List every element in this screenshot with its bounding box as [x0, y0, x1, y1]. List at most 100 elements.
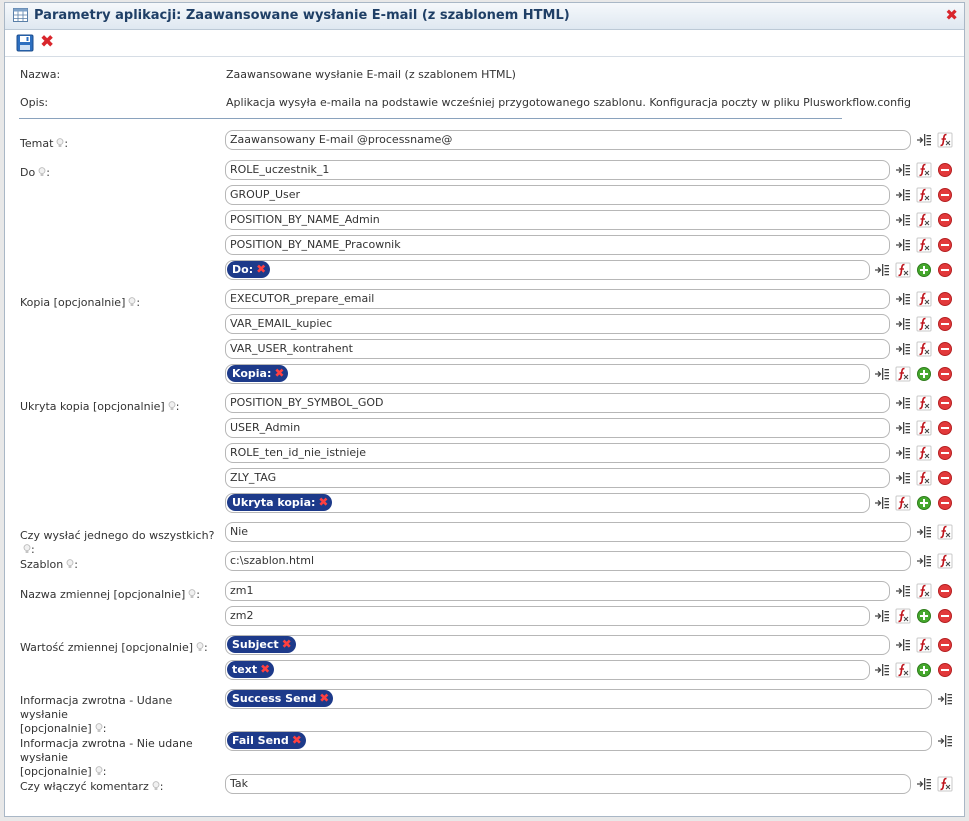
insert-variable-icon[interactable]: [937, 733, 953, 749]
help-bulb-icon[interactable]: [38, 167, 46, 177]
insert-variable-icon[interactable]: [895, 237, 911, 253]
kopia-input[interactable]: VAR_EMAIL_kupiec: [225, 314, 890, 334]
cancel-icon[interactable]: ✖: [40, 32, 58, 52]
remove-row-icon[interactable]: [937, 162, 953, 178]
komentarz-input[interactable]: Tak: [225, 774, 911, 794]
wartosc-zmiennej-tag-input[interactable]: text ✖: [225, 660, 870, 680]
remove-tag-icon[interactable]: ✖: [292, 732, 302, 749]
insert-variable-icon[interactable]: [895, 212, 911, 228]
help-bulb-icon[interactable]: [196, 642, 204, 652]
szablon-input[interactable]: c:\szablon.html: [225, 551, 911, 571]
help-bulb-icon[interactable]: [168, 401, 176, 411]
remove-row-icon[interactable]: [937, 662, 953, 678]
do-input[interactable]: POSITION_BY_NAME_Pracownik: [225, 235, 890, 255]
wartosc-zmiennej-tag-input[interactable]: Subject ✖: [225, 635, 890, 655]
udane-wyslanie-tag-input[interactable]: Success Send ✖: [225, 689, 932, 709]
ukryta-kopia-input[interactable]: POSITION_BY_SYMBOL_GOD: [225, 393, 890, 413]
kopia-input[interactable]: VAR_USER_kontrahent: [225, 339, 890, 359]
remove-row-icon[interactable]: [937, 212, 953, 228]
function-icon[interactable]: [937, 132, 953, 148]
do-tag-input[interactable]: Do: ✖: [225, 260, 870, 280]
insert-variable-icon[interactable]: [895, 583, 911, 599]
do-input[interactable]: ROLE_uczestnik_1: [225, 160, 890, 180]
ukryta-kopia-input[interactable]: ZLY_TAG: [225, 468, 890, 488]
function-icon[interactable]: [916, 237, 932, 253]
kopia-input[interactable]: EXECUTOR_prepare_email: [225, 289, 890, 309]
insert-variable-icon[interactable]: [895, 162, 911, 178]
function-icon[interactable]: [895, 262, 911, 278]
function-icon[interactable]: [916, 212, 932, 228]
nazwa-zmiennej-input[interactable]: zm1: [225, 581, 890, 601]
remove-row-icon[interactable]: [937, 262, 953, 278]
insert-variable-icon[interactable]: [895, 395, 911, 411]
insert-variable-icon[interactable]: [874, 366, 890, 382]
variable-tag[interactable]: Kopia: ✖: [227, 365, 289, 382]
insert-variable-icon[interactable]: [916, 776, 932, 792]
nazwa-zmiennej-input[interactable]: zm2: [225, 606, 870, 626]
function-icon[interactable]: [895, 662, 911, 678]
variable-tag[interactable]: Fail Send ✖: [227, 732, 306, 749]
insert-variable-icon[interactable]: [895, 420, 911, 436]
insert-variable-icon[interactable]: [895, 470, 911, 486]
function-icon[interactable]: [916, 583, 932, 599]
remove-row-icon[interactable]: [937, 316, 953, 332]
add-row-icon[interactable]: [916, 366, 932, 382]
remove-tag-icon[interactable]: ✖: [260, 661, 270, 678]
close-dialog-icon[interactable]: ✖: [945, 6, 958, 24]
remove-row-icon[interactable]: [937, 420, 953, 436]
function-icon[interactable]: [916, 341, 932, 357]
function-icon[interactable]: [916, 395, 932, 411]
save-icon[interactable]: [16, 34, 34, 52]
ukryta-kopia-input[interactable]: ROLE_ten_id_nie_istnieje: [225, 443, 890, 463]
remove-row-icon[interactable]: [937, 237, 953, 253]
function-icon[interactable]: [895, 366, 911, 382]
variable-tag[interactable]: text ✖: [227, 661, 275, 678]
remove-row-icon[interactable]: [937, 395, 953, 411]
insert-variable-icon[interactable]: [895, 341, 911, 357]
temat-input[interactable]: Zaawansowany E-mail @processname@: [225, 130, 911, 150]
insert-variable-icon[interactable]: [895, 291, 911, 307]
remove-row-icon[interactable]: [937, 366, 953, 382]
kopia-tag-input[interactable]: Kopia: ✖: [225, 364, 870, 384]
insert-variable-icon[interactable]: [874, 662, 890, 678]
remove-tag-icon[interactable]: ✖: [274, 365, 284, 382]
insert-variable-icon[interactable]: [895, 316, 911, 332]
function-icon[interactable]: [916, 291, 932, 307]
remove-row-icon[interactable]: [937, 495, 953, 511]
remove-row-icon[interactable]: [937, 470, 953, 486]
insert-variable-icon[interactable]: [916, 132, 932, 148]
function-icon[interactable]: [916, 187, 932, 203]
insert-variable-icon[interactable]: [895, 637, 911, 653]
function-icon[interactable]: [937, 776, 953, 792]
remove-row-icon[interactable]: [937, 445, 953, 461]
add-row-icon[interactable]: [916, 262, 932, 278]
variable-tag[interactable]: Success Send ✖: [227, 690, 334, 707]
function-icon[interactable]: [916, 445, 932, 461]
function-icon[interactable]: [937, 553, 953, 569]
function-icon[interactable]: [895, 495, 911, 511]
ukryta-kopia-tag-input[interactable]: Ukryta kopia: ✖: [225, 493, 870, 513]
remove-row-icon[interactable]: [937, 608, 953, 624]
insert-variable-icon[interactable]: [874, 495, 890, 511]
insert-variable-icon[interactable]: [874, 262, 890, 278]
ukryta-kopia-input[interactable]: USER_Admin: [225, 418, 890, 438]
function-icon[interactable]: [916, 316, 932, 332]
do-input[interactable]: POSITION_BY_NAME_Admin: [225, 210, 890, 230]
function-icon[interactable]: [916, 470, 932, 486]
remove-tag-icon[interactable]: ✖: [319, 690, 329, 707]
remove-row-icon[interactable]: [937, 187, 953, 203]
remove-tag-icon[interactable]: ✖: [318, 494, 328, 511]
help-bulb-icon[interactable]: [23, 544, 31, 554]
help-bulb-icon[interactable]: [95, 723, 103, 733]
insert-variable-icon[interactable]: [916, 524, 932, 540]
function-icon[interactable]: [895, 608, 911, 624]
help-bulb-icon[interactable]: [152, 781, 160, 791]
function-icon[interactable]: [916, 637, 932, 653]
remove-row-icon[interactable]: [937, 341, 953, 357]
insert-variable-icon[interactable]: [937, 691, 953, 707]
remove-row-icon[interactable]: [937, 637, 953, 653]
czy-jednego-input[interactable]: Nie: [225, 522, 911, 542]
do-input[interactable]: GROUP_User: [225, 185, 890, 205]
help-bulb-icon[interactable]: [95, 766, 103, 776]
remove-row-icon[interactable]: [937, 291, 953, 307]
